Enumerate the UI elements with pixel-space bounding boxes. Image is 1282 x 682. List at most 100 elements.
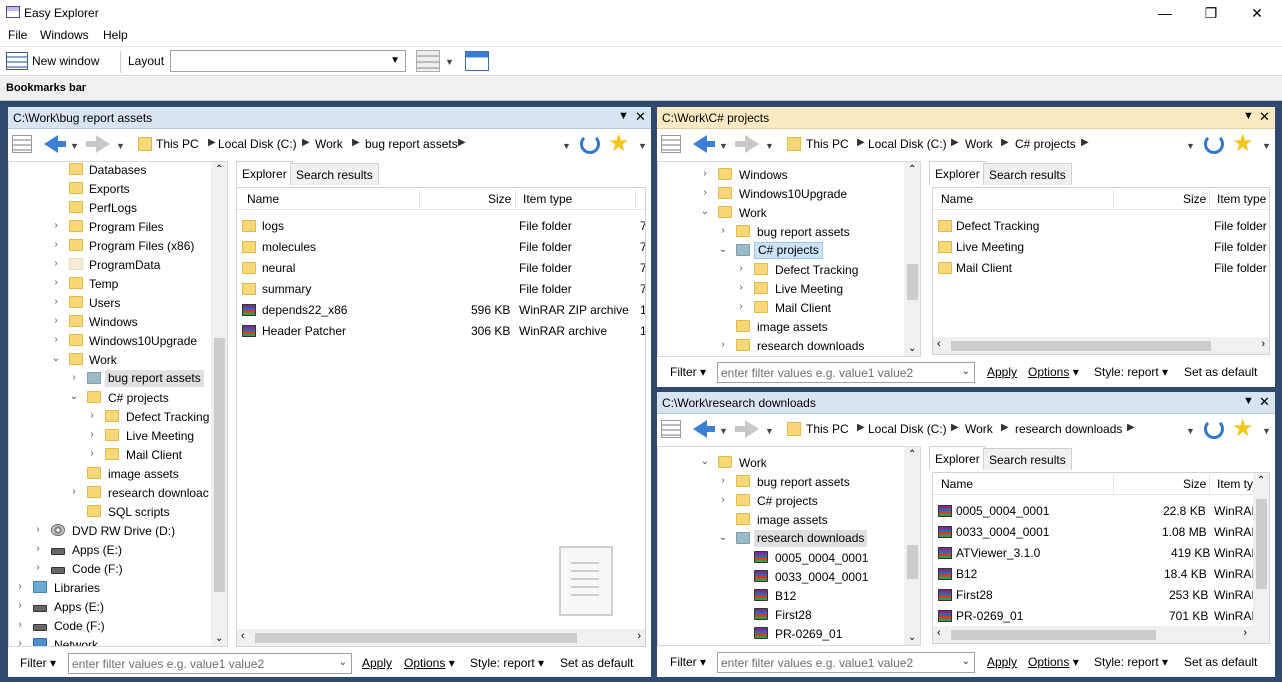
chevron-down-icon[interactable]: ▼ [719,426,728,436]
tree-scrollbar[interactable]: ⌃ ⌄ [211,162,227,646]
maximize-button[interactable]: ❐ [1188,0,1234,26]
chevron-right-icon[interactable]: › [1243,627,1247,639]
forward-arrow-icon[interactable] [745,135,759,153]
tab-search-results[interactable]: Search results [983,448,1072,470]
tree-item[interactable]: › Mail Client [658,298,920,317]
file-row[interactable]: Header Patcher306 KBWinRAR archive1 [237,321,645,342]
chevron-down-icon[interactable]: ▼ [1262,426,1271,436]
set-as-default-button[interactable]: Set as default [1184,365,1257,379]
tree-item[interactable]: › Live Meeting [658,279,920,298]
tree-item[interactable]: › Code (F:) [9,616,227,635]
scroll-thumb[interactable] [255,633,577,643]
chevron-down-icon[interactable]: ⌄ [908,632,916,643]
tree-item-work[interactable]: ⌄ Work [658,203,920,222]
column-name[interactable]: Name [247,192,279,206]
file-row[interactable]: depends22_x86596 KBWinRAR ZIP archive1 [237,300,645,321]
chevron-up-icon[interactable]: ⌃ [1257,475,1265,486]
close-icon[interactable]: ✕ [1259,109,1270,125]
style-dropdown[interactable]: Style: report ▾ [1094,655,1168,669]
new-window-button[interactable]: New window [32,54,99,68]
tree-item[interactable]: › research downloads [658,336,920,355]
star-icon[interactable]: ★ [608,132,630,156]
scroll-thumb[interactable] [907,264,918,300]
tab-explorer[interactable]: Explorer [929,161,986,185]
chevron-down-icon[interactable]: ▼ [1186,426,1195,436]
list-hscrollbar[interactable]: ‹ › [933,337,1269,354]
tree-toggle-icon[interactable] [661,135,681,153]
tree-item[interactable]: First28 [658,605,920,624]
menu-windows[interactable]: Windows [40,28,89,42]
options-dropdown[interactable]: Options ▾ [1028,365,1079,379]
column-name[interactable]: Name [941,477,973,491]
forward-arrow-icon[interactable] [96,135,110,153]
file-row[interactable]: neuralFile folder7 [237,258,645,279]
tree-item[interactable]: › Code (F:) [9,559,227,578]
star-icon[interactable]: ★ [1232,417,1254,441]
pane-layout-icon[interactable] [465,51,489,71]
tree-item[interactable]: ⌄ C# projects [9,388,227,407]
chevron-down-icon[interactable]: ▼ [1243,110,1254,122]
chevron-up-icon[interactable]: ⌃ [215,164,223,175]
options-dropdown[interactable]: Options ▾ [1028,655,1079,669]
tree-item-work[interactable]: ⌄ Work [9,350,227,369]
breadcrumb-current[interactable]: C# projects [1015,137,1076,151]
chevron-right-icon[interactable]: ▶ [352,137,360,148]
chevron-left-icon[interactable]: ‹ [937,338,941,350]
apply-button[interactable]: Apply [987,365,1017,379]
style-dropdown[interactable]: Style: report ▾ [1094,365,1168,379]
close-icon[interactable]: ✕ [1259,394,1270,410]
breadcrumb-this-pc[interactable]: This PC [806,422,849,436]
breadcrumb-local-disk[interactable]: Local Disk (C:) [868,137,947,151]
chevron-down-icon[interactable]: ▼ [765,426,774,436]
tree-item[interactable]: › bug report assets [658,472,920,491]
chevron-right-icon[interactable]: ▶ [208,137,216,148]
layout-select[interactable]: ▼ [170,50,406,72]
scroll-thumb[interactable] [907,545,918,579]
chevron-down-icon[interactable]: ▼ [445,57,454,67]
chevron-right-icon[interactable]: ▶ [857,422,865,433]
tab-explorer[interactable]: Explorer [929,446,986,470]
file-row[interactable]: PR-0269_01 701 KB WinRAI [933,606,1269,627]
tree-item[interactable]: B12 [658,586,920,605]
tree-item[interactable]: › Defect Tracking [9,407,227,426]
tree-item[interactable]: › Program Files [9,217,227,236]
tree-item[interactable]: › Program Files (x86) [9,236,227,255]
column-item-type[interactable]: Item type [1217,192,1266,206]
apply-button[interactable]: Apply [987,655,1017,669]
tree-item[interactable]: › Network [9,635,227,646]
scroll-thumb[interactable] [1256,499,1267,589]
tree-item[interactable]: › Windows10Upgrade [658,184,920,203]
chevron-up-icon[interactable]: ⌃ [908,449,916,460]
file-row[interactable]: 0005_0004_0001 22.8 KB WinRAI [933,501,1269,522]
tab-search-results[interactable]: Search results [983,163,1072,185]
tree-item[interactable]: › Live Meeting [9,426,227,445]
tree-item[interactable]: › Mail Client [9,445,227,464]
file-row[interactable]: Mail Client File folder [933,258,1269,279]
chevron-right-icon[interactable]: ▶ [951,137,959,148]
column-item-type[interactable]: Item type [523,192,572,206]
tree-item[interactable]: › Windows [658,165,920,184]
chevron-down-icon[interactable]: ▼ [765,141,774,151]
chevron-down-icon[interactable]: ⌄ [908,343,916,354]
star-icon[interactable]: ★ [1232,132,1254,156]
chevron-down-icon[interactable]: ▼ [562,141,571,151]
tree-item[interactable]: › Windows10Upgrade [9,331,227,350]
breadcrumb-local-disk[interactable]: Local Disk (C:) [868,422,947,436]
tree-item[interactable]: › Temp [9,274,227,293]
chevron-right-icon[interactable]: ▶ [857,137,865,148]
tree-item[interactable]: › Windows [9,312,227,331]
minimize-button[interactable]: — [1142,0,1188,26]
set-as-default-button[interactable]: Set as default [560,656,633,670]
scroll-thumb[interactable] [951,341,1211,351]
scroll-thumb[interactable] [951,630,1156,640]
chevron-up-icon[interactable]: ⌃ [908,164,916,175]
file-row[interactable]: summaryFile folder7 [237,279,645,300]
chevron-down-icon[interactable]: ▼ [618,110,629,122]
tree-item[interactable]: › Apps (E:) [9,597,227,616]
style-dropdown[interactable]: Style: report ▾ [470,656,544,670]
tree-item[interactable]: 0033_0004_0001 [658,567,920,586]
breadcrumb-work[interactable]: Work [965,422,993,436]
filter-input[interactable]: enter filter values e.g. value1 value2 ⌄ [717,362,975,383]
apply-button[interactable]: Apply [362,656,392,670]
close-icon[interactable]: ✕ [635,109,646,125]
